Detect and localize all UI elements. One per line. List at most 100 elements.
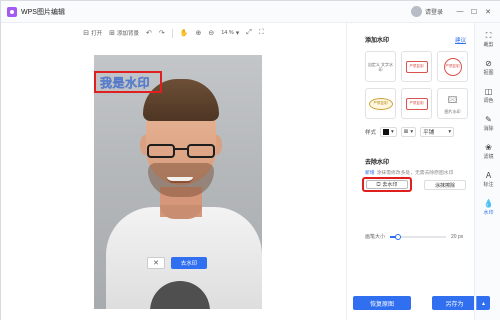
smart-remove-highlight: ⛋ 去水印: [362, 177, 412, 192]
remove-watermark-title: 去除水印: [365, 160, 390, 166]
brush-size-slider[interactable]: [390, 233, 447, 240]
filter-icon: ❀: [485, 143, 492, 152]
watermark-template-grid: 自定义 文字水印 严禁复制 严禁复制 严禁复制 严禁复制 🖾 图片水印: [365, 51, 469, 119]
template-label: 严禁复制: [443, 57, 462, 76]
rail-item-crop[interactable]: ⛶ 裁剪: [475, 31, 500, 48]
fullscreen-icon[interactable]: ⛶: [259, 29, 264, 37]
glasses-lens-right: [187, 144, 215, 158]
template-seal-red[interactable]: 严禁复制: [437, 51, 468, 82]
rail-label: 标注: [483, 182, 494, 188]
template-stamp-rect[interactable]: 严禁复制: [401, 88, 432, 119]
restore-original-button[interactable]: 恢复原图: [353, 296, 411, 310]
redo-icon[interactable]: ↷: [159, 29, 165, 37]
background-icon: ⊞: [109, 30, 115, 37]
slider-thumb[interactable]: [394, 233, 401, 240]
stamp-icon: ⛋: [376, 181, 381, 188]
rail-label: 调色: [483, 98, 494, 104]
brush-size-row: 画笔大小 20 px: [365, 233, 475, 240]
zoom-value: 14 %: [221, 30, 234, 36]
chevron-down-icon: ▾: [410, 129, 414, 135]
chevron-down-icon: ▾: [448, 129, 452, 135]
maximize-icon[interactable]: ☐: [467, 8, 481, 16]
add-watermark-title: 添加水印: [365, 38, 390, 44]
rail-label: 滤镜: [483, 154, 494, 160]
photo-mouth: [167, 177, 193, 183]
undo-icon[interactable]: ↶: [146, 29, 152, 37]
crop-icon: ⛶: [485, 31, 492, 40]
image-icon: 🖾: [447, 95, 458, 105]
open-button[interactable]: ⊟ 打开: [83, 29, 102, 37]
add-background-label: 添加背景: [116, 31, 139, 37]
opacity-icon: ⊠: [403, 129, 409, 135]
rail-label: 消除: [483, 126, 494, 132]
tile-select[interactable]: 平铺 ▾: [420, 127, 455, 137]
zoom-select[interactable]: 14 % ▾: [221, 29, 239, 37]
template-image-watermark[interactable]: 🖾 图片水印: [437, 88, 468, 119]
watermark-selection[interactable]: 我是水印: [94, 71, 162, 93]
opacity-select[interactable]: ⊠ ▾: [400, 127, 417, 137]
remove-info: 新增 涂抹需修改多处，无需去除原图水印: [365, 169, 453, 176]
save-as-button[interactable]: 另存为: [432, 296, 477, 310]
template-custom-text[interactable]: 自定义 文字水印: [365, 51, 396, 82]
help-link[interactable]: 建议: [455, 36, 466, 44]
color-select[interactable]: ▾: [380, 127, 397, 137]
save-as-dropdown-button[interactable]: ▴: [476, 296, 490, 310]
fit-screen-icon[interactable]: ⤢: [246, 29, 252, 37]
hand-icon[interactable]: ✋: [180, 29, 189, 37]
app-window: WPS图片编辑 请登录 — ☐ ✕ ⊟ 打开 ⊞ 添加背景 ↶ ↷ ✋ ⊕ ⊖ …: [0, 0, 500, 320]
remove-info-text: 涂抹需修改多处，无需去除原图水印: [376, 171, 454, 176]
smart-remove-button[interactable]: ⛋ 去水印: [366, 180, 408, 189]
chevron-up-icon: ▴: [481, 300, 485, 307]
rail-item-cutout[interactable]: ⊘ 抠图: [475, 59, 500, 76]
app-logo-icon: [7, 6, 17, 17]
template-stamp-gold[interactable]: 严禁复制: [365, 88, 396, 119]
template-label: 图片水印: [444, 109, 461, 114]
login-link[interactable]: 请登录: [425, 7, 443, 16]
photo-glasses: [146, 144, 216, 158]
tile-value: 平铺: [423, 130, 435, 136]
folder-icon: ⊟: [83, 30, 90, 37]
toolbar-divider: [171, 28, 173, 38]
minimize-icon[interactable]: —: [453, 8, 467, 15]
eraser-icon: ✎: [485, 115, 492, 124]
remove-watermark-confirm-button[interactable]: 去水印: [171, 257, 207, 269]
new-badge: 新增: [365, 171, 375, 176]
rail-item-adjust[interactable]: ◫ 调色: [475, 87, 500, 104]
titlebar: WPS图片编辑 请登录 — ☐ ✕: [1, 1, 500, 23]
brush-size-label: 画笔大小: [365, 234, 386, 240]
cancel-button[interactable]: ✕: [147, 257, 165, 269]
adjust-icon: ◫: [484, 87, 493, 96]
right-panel: 添加水印 建议 自定义 文字水印 严禁复制 严禁复制 严禁复制 严禁复制 🖾 图…: [346, 23, 477, 320]
chevron-down-icon: ▾: [235, 30, 240, 37]
template-label: 严禁复制: [405, 97, 428, 110]
glasses-bridge: [175, 148, 187, 150]
rail-item-eraser[interactable]: ✎ 消除: [475, 115, 500, 132]
rail-item-annotate[interactable]: A 标注: [475, 171, 500, 188]
toolbar: ⊟ 打开 ⊞ 添加背景 ↶ ↷ ✋ ⊕ ⊖ 14 % ▾ ⤢ ⛶: [1, 23, 346, 43]
open-label: 打开: [91, 31, 103, 37]
brush-erase-button[interactable]: 涂抹擦除: [424, 180, 466, 190]
avatar[interactable]: [410, 6, 422, 17]
template-label: 自定义 文字水印: [367, 61, 394, 72]
portrait-photo: [94, 55, 262, 309]
add-background-button[interactable]: ⊞ 添加背景: [109, 29, 139, 37]
rail-label: 裁剪: [483, 42, 494, 48]
rail-item-filter[interactable]: ❀ 滤镜: [475, 143, 500, 160]
template-label: 严禁复制: [405, 60, 428, 73]
chevron-down-icon: ▾: [391, 129, 394, 135]
color-swatch: [383, 129, 390, 135]
rail-item-watermark[interactable]: 💧 水印: [475, 199, 500, 216]
watermark-icon: 💧: [483, 199, 494, 208]
glasses-lens-left: [147, 144, 175, 158]
smart-remove-label: 去水印: [382, 182, 398, 188]
close-icon[interactable]: ✕: [481, 8, 495, 16]
zoom-in-icon[interactable]: ⊕: [195, 29, 201, 37]
app-title: WPS图片编辑: [21, 8, 65, 16]
template-label: 严禁复制: [368, 97, 393, 110]
annotate-icon: A: [485, 171, 492, 180]
image-canvas[interactable]: 我是水印 ✕ 去水印: [1, 43, 346, 320]
zoom-out-icon[interactable]: ⊖: [208, 29, 214, 37]
watermark-text: 我是水印: [100, 75, 151, 90]
template-stamp-red[interactable]: 严禁复制: [401, 51, 432, 82]
style-label: 样式: [365, 130, 377, 136]
